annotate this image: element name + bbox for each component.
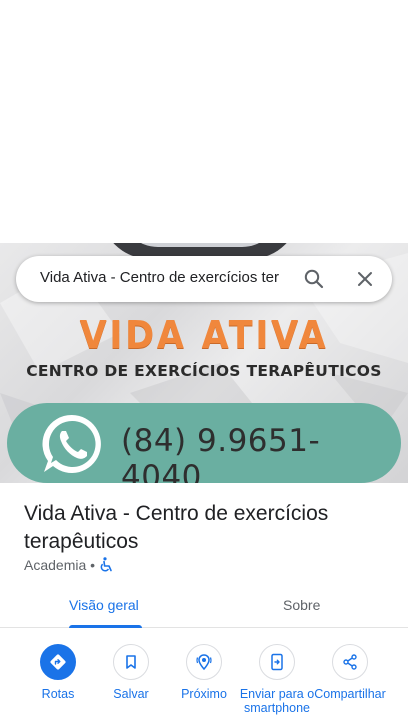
place-category-line: Academia • — [24, 557, 95, 573]
send-to-phone-button[interactable]: Enviar para o smartphone — [237, 644, 317, 715]
whatsapp-icon — [42, 414, 101, 473]
place-name: Vida Ativa - Centro de exercícios terapê… — [24, 502, 329, 553]
hero-brand-title: VIDA ATIVA — [79, 313, 329, 357]
tab-about[interactable]: Sobre — [283, 597, 320, 613]
nearby-icon — [196, 654, 212, 671]
tab-selected-indicator — [69, 625, 142, 628]
save-label: Salvar — [113, 687, 149, 701]
send-to-phone-button-circle[interactable] — [259, 644, 295, 680]
bookmark-icon — [126, 655, 136, 669]
directions-icon — [50, 654, 66, 670]
category-separator: • — [90, 557, 96, 573]
save-button[interactable]: Salvar — [91, 644, 171, 701]
nearby-label: Próximo — [181, 687, 227, 701]
search-bar[interactable]: Vida Ativa - Centro de exercícios ter — [16, 256, 392, 302]
send-to-phone-label: Enviar para o smartphone — [239, 687, 315, 715]
action-buttons-row: Rotas Salvar Próximo Enviar para o smart… — [0, 644, 408, 726]
wheelchair-accessible-icon — [100, 557, 112, 572]
place-category: Academia — [24, 557, 87, 573]
nearby-button[interactable]: Próximo — [164, 644, 244, 701]
search-icon[interactable] — [302, 267, 326, 291]
share-icon — [343, 654, 357, 670]
whatsapp-phone-number: (84) 9.9651-4040 — [121, 423, 321, 483]
nearby-button-circle[interactable] — [186, 644, 222, 680]
share-button[interactable]: Compartilhar — [310, 644, 390, 701]
share-label: Compartilhar — [314, 687, 386, 701]
directions-button[interactable]: Rotas — [18, 644, 98, 701]
save-button-circle[interactable] — [113, 644, 149, 680]
search-input[interactable]: Vida Ativa - Centro de exercícios ter — [40, 269, 302, 291]
tab-overview[interactable]: Visão geral — [69, 597, 139, 613]
share-button-circle[interactable] — [332, 644, 368, 680]
whatsapp-banner: (84) 9.9651-4040 — [7, 403, 401, 483]
directions-label: Rotas — [41, 687, 75, 701]
close-icon[interactable] — [353, 267, 377, 291]
send-to-phone-icon — [271, 653, 283, 671]
directions-button-circle[interactable] — [40, 644, 76, 680]
hero-brand-subtitle: CENTRO DE EXERCÍCIOS TERAPÊUTICOS — [26, 362, 382, 380]
blank-map-area — [0, 0, 408, 243]
place-tabs: Visão geral Sobre — [0, 584, 408, 628]
place-details-sheet: Vida Ativa - Centro de exercícios terapê… — [0, 483, 408, 726]
